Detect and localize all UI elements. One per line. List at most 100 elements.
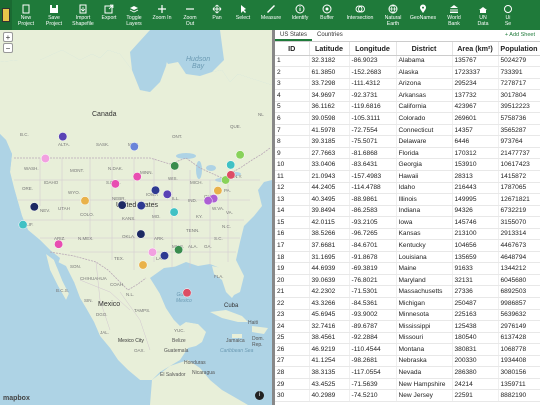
table-cell[interactable]: 149995 — [452, 193, 499, 206]
table-cell[interactable]: 200330 — [452, 355, 499, 368]
table-row[interactable]: 12 44.2405 -114.4788 Idaho 216443 1787065 — [275, 182, 540, 195]
toolbar-identify-button[interactable]: Identify — [286, 0, 314, 30]
table-cell[interactable]: 44.2405 — [309, 182, 350, 195]
table-cell[interactable]: 39.8494 — [309, 205, 350, 218]
table-cell[interactable]: 10 — [275, 158, 310, 171]
table-cell[interactable]: 19 — [275, 262, 310, 275]
table-cell[interactable]: 42.0115 — [309, 216, 350, 229]
table-cell[interactable]: 43.3266 — [309, 297, 350, 310]
toolbar-zoom-in-button[interactable]: Zoom In — [148, 0, 176, 30]
table-cell[interactable]: 27 — [275, 355, 310, 368]
table-cell[interactable]: 61.3850 — [309, 66, 350, 79]
table-cell[interactable]: 17 — [275, 239, 310, 252]
table-cell[interactable]: 31.1695 — [309, 251, 350, 264]
table-cell[interactable]: 32131 — [452, 274, 499, 287]
state-marker[interactable] — [40, 154, 50, 163]
toolbar-bank-button[interactable]: World Bank — [440, 0, 468, 30]
table-row[interactable]: 23 45.6945 -93.9002 Minnesota 225163 5639632 — [275, 309, 540, 322]
table-cell[interactable]: 25 — [275, 332, 310, 345]
table-cell[interactable]: 8882190 — [498, 389, 540, 402]
state-marker[interactable] — [213, 186, 223, 196]
table-cell[interactable]: Colorado — [396, 112, 453, 125]
table-cell[interactable]: 6045680 — [498, 274, 540, 287]
table-cell[interactable]: 1723337 — [452, 66, 499, 79]
table-row[interactable]: 18 31.1695 -91.8678 Louisiana 135659 4648794 — [275, 251, 540, 264]
table-cell[interactable]: Delaware — [396, 135, 453, 148]
table-cell[interactable]: 1415872 — [498, 170, 540, 183]
table-cell[interactable]: 32.3182 — [309, 55, 350, 68]
table-cell[interactable]: 28313 — [452, 170, 499, 183]
table-cell[interactable]: 5024279 — [498, 55, 540, 68]
state-marker[interactable] — [169, 207, 179, 217]
table-cell[interactable]: 40.3495 — [309, 193, 350, 206]
table-cell[interactable]: 153910 — [452, 158, 499, 171]
table-row[interactable]: 2 61.3850 -152.2683 Alaska 1723337 733391 — [275, 66, 540, 79]
table-cell[interactable]: 38.5266 — [309, 228, 350, 241]
map-view[interactable]: Hudson Bay Canada United States Mexico C… — [0, 30, 272, 405]
toolbar-intersection-button[interactable]: Intersection — [340, 0, 380, 30]
table-cell[interactable]: 26 — [275, 343, 310, 356]
table-cell[interactable]: 11 — [275, 170, 310, 183]
table-cell[interactable]: 2913314 — [498, 228, 540, 241]
table-cell[interactable]: Michigan — [396, 297, 453, 310]
table-row[interactable]: 21 42.2302 -71.5301 Massachusetts 27336 68925… — [275, 285, 540, 298]
table-cell[interactable]: 39.3185 — [309, 135, 350, 148]
table-cell[interactable]: 37.6681 — [309, 239, 350, 252]
table-cell[interactable]: -92.2884 — [349, 332, 397, 345]
table-row[interactable]: 30 40.2989 -74.5210 New Jersey 22591 8882190 — [275, 389, 540, 402]
table-cell[interactable]: -72.7554 — [349, 124, 397, 137]
table-cell[interactable]: 295234 — [452, 78, 499, 91]
table-cell[interactable]: Georgia — [396, 158, 453, 171]
state-marker[interactable] — [132, 172, 142, 182]
table-cell[interactable]: -75.5071 — [349, 135, 397, 148]
table-row[interactable]: 1 32.3182 -86.9023 Alabama 135767 5024279 — [275, 55, 540, 68]
table-row[interactable]: 8 39.3185 -75.5071 Delaware 6446 973764 — [275, 135, 540, 148]
table-cell[interactable]: 3080156 — [498, 366, 540, 379]
table-cell[interactable]: Hawaii — [396, 170, 453, 183]
table-row[interactable]: 22 43.3266 -84.5361 Michigan 250487 9986857 — [275, 297, 540, 310]
table-cell[interactable]: 6137428 — [498, 332, 540, 345]
table-cell[interactable]: Montana — [396, 343, 453, 356]
table-cell[interactable]: 2976149 — [498, 320, 540, 333]
table-cell[interactable]: 34.9697 — [309, 89, 350, 102]
table-row[interactable]: 20 39.0639 -76.8021 Maryland 32131 6045680 — [275, 274, 540, 287]
state-marker[interactable] — [110, 179, 120, 189]
toolbar-measure-button[interactable]: Measure — [256, 0, 286, 30]
state-marker[interactable] — [18, 220, 28, 230]
table-row[interactable]: 10 33.0406 -83.6431 Georgia 153910 10617423 — [275, 158, 540, 171]
table-cell[interactable]: 12 — [275, 182, 310, 195]
table-row[interactable]: 15 42.0115 -93.2105 Iowa 145746 3155070 — [275, 216, 540, 229]
table-cell[interactable]: 10617423 — [498, 158, 540, 171]
table-cell[interactable]: Maine — [396, 262, 453, 275]
table-cell[interactable]: 16 — [275, 228, 310, 241]
state-marker[interactable] — [136, 201, 146, 211]
table-cell[interactable]: Maryland — [396, 274, 453, 287]
table-cell[interactable]: 40.2989 — [309, 389, 350, 402]
table-cell[interactable]: 8 — [275, 135, 310, 148]
table-cell[interactable]: -76.8021 — [349, 274, 397, 287]
state-marker[interactable] — [182, 288, 192, 298]
table-row[interactable]: 11 21.0943 -157.4983 Hawaii 28313 1415872 — [275, 170, 540, 183]
table-cell[interactable]: 733391 — [498, 66, 540, 79]
table-row[interactable]: 24 32.7416 -89.6787 Mississippi 125438 297614… — [275, 320, 540, 333]
state-marker[interactable] — [174, 245, 184, 255]
state-marker[interactable] — [226, 160, 236, 170]
state-marker[interactable] — [160, 251, 169, 261]
table-row[interactable]: 26 46.9219 -110.4544 Montana 380831 1068778 — [275, 343, 540, 356]
table-cell[interactable]: -157.4983 — [349, 170, 397, 183]
marker-layer[interactable] — [0, 30, 272, 405]
table-cell[interactable]: 14 — [275, 205, 310, 218]
table-cell[interactable]: -93.2105 — [349, 216, 397, 229]
table-cell[interactable]: 28 — [275, 366, 310, 379]
table-cell[interactable]: 213100 — [452, 228, 499, 241]
table-cell[interactable]: 29 — [275, 378, 310, 391]
table-cell[interactable]: 170312 — [452, 147, 499, 160]
table-cell[interactable]: Louisiana — [396, 251, 453, 264]
toolbar-select-button[interactable]: Select — [230, 0, 256, 30]
table-cell[interactable]: New Jersey — [396, 389, 453, 402]
table-cell[interactable]: 6732219 — [498, 205, 540, 218]
table-row[interactable]: 13 40.3495 -88.9861 Illinois 149995 12671821 — [275, 193, 540, 206]
table-cell[interactable]: 1934408 — [498, 355, 540, 368]
table-cell[interactable]: 36.1162 — [309, 101, 350, 114]
table-cell[interactable]: 18 — [275, 251, 310, 264]
